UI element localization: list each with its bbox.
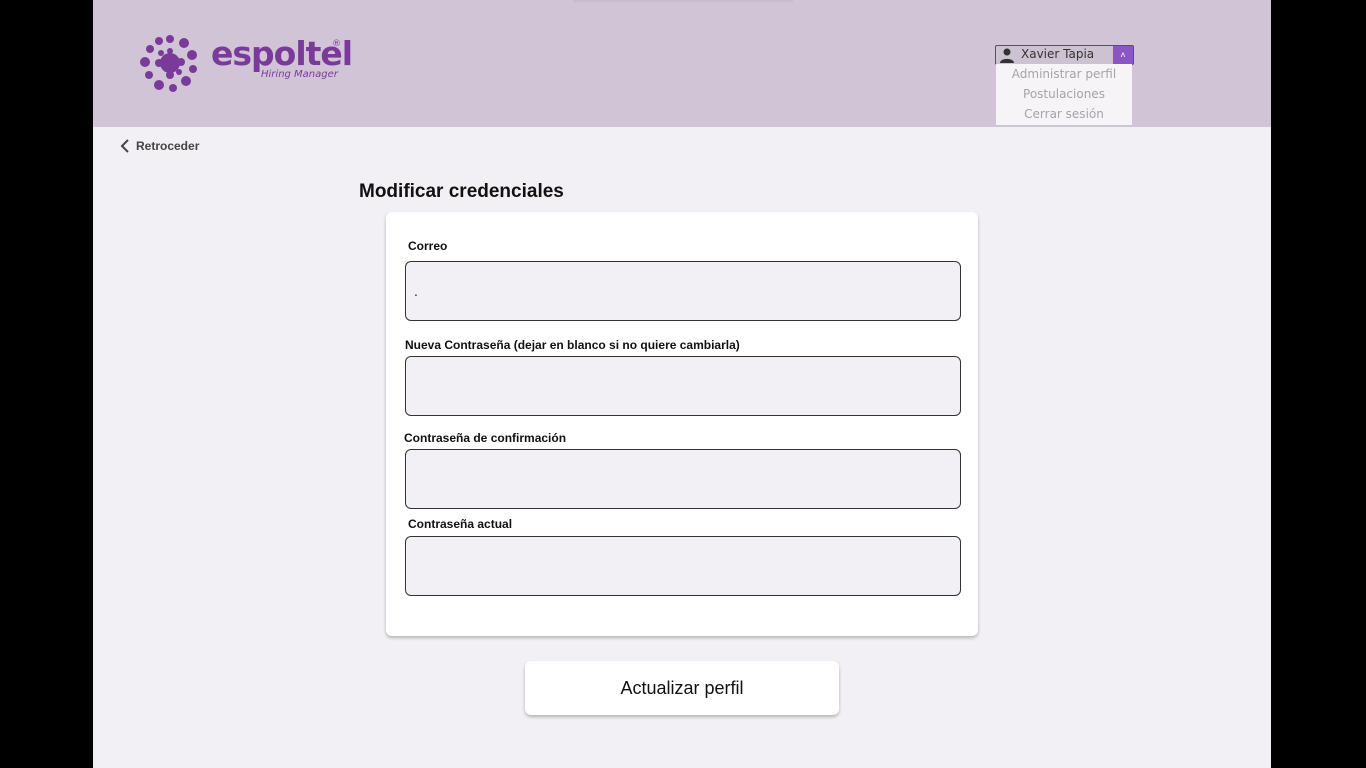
credentials-form-card: Correo Nueva Contraseña (dejar en blanco… bbox=[386, 212, 978, 636]
email-field[interactable] bbox=[405, 261, 961, 321]
user-icon bbox=[1000, 48, 1014, 63]
brand-logo[interactable]: espoltel ® Hiring Manager bbox=[139, 32, 353, 96]
back-link[interactable]: Retroceder bbox=[120, 137, 199, 155]
chevron-up-icon[interactable]: ˄ bbox=[1113, 46, 1133, 64]
brand-subtitle: Hiring Manager bbox=[261, 69, 338, 80]
user-dropdown-menu: Administrar perfil Postulaciones Cerrar … bbox=[996, 64, 1132, 125]
current-password-field[interactable] bbox=[405, 536, 961, 596]
menu-item-cerrar-sesion[interactable]: Cerrar sesión bbox=[996, 104, 1132, 124]
menu-item-administrar-perfil[interactable]: Administrar perfil bbox=[996, 64, 1132, 84]
user-name: Xavier Tapia bbox=[1021, 47, 1095, 61]
new-password-field[interactable] bbox=[405, 356, 961, 416]
top-notch bbox=[573, 0, 793, 2]
current-password-label: Contraseña actual bbox=[408, 517, 513, 531]
confirm-password-label: Contraseña de confirmación bbox=[404, 431, 567, 445]
new-password-label: Nueva Contraseña (dejar en blanco si no … bbox=[405, 338, 740, 352]
page-title: Modificar credenciales bbox=[359, 181, 564, 202]
user-menu-button[interactable]: Xavier Tapia ˄ bbox=[995, 45, 1134, 65]
chevron-left-icon bbox=[120, 139, 129, 153]
menu-item-postulaciones[interactable]: Postulaciones bbox=[996, 84, 1132, 104]
brand-registered-mark: ® bbox=[332, 39, 341, 49]
espoltel-logo-icon bbox=[140, 35, 197, 92]
back-label: Retroceder bbox=[136, 139, 200, 153]
update-profile-button[interactable]: Actualizar perfil bbox=[525, 661, 839, 715]
app-window: espoltel ® Hiring Manager Xavier Tapia ˄… bbox=[93, 0, 1271, 768]
brand-name: espoltel bbox=[211, 34, 353, 73]
email-label: Correo bbox=[408, 239, 448, 253]
confirm-password-field[interactable] bbox=[405, 449, 961, 509]
